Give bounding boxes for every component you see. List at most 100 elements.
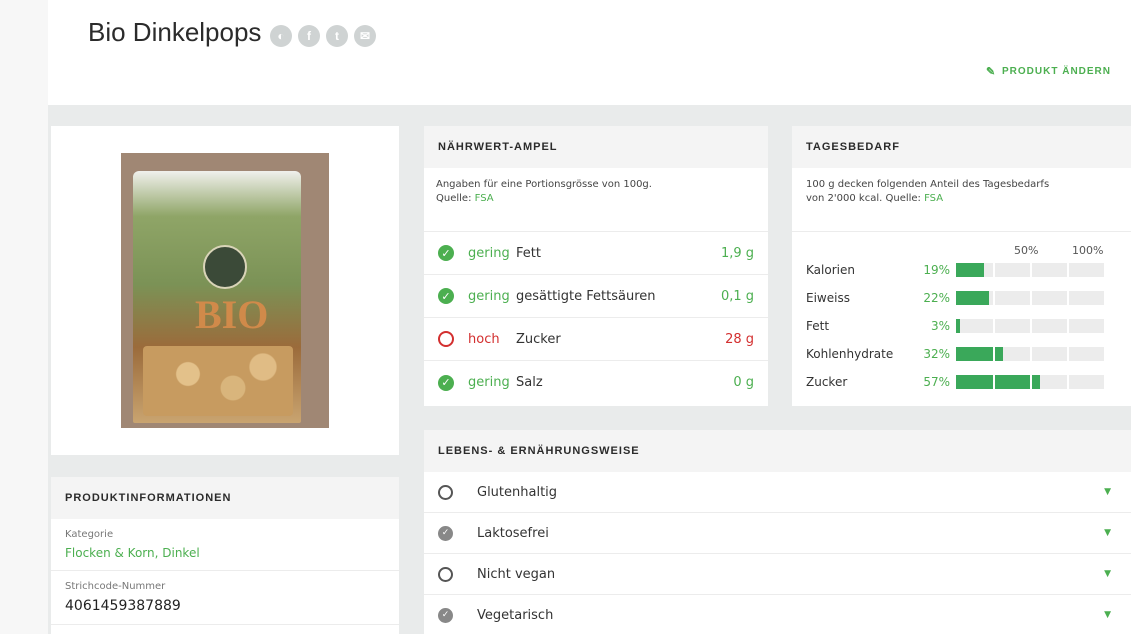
check-icon: ✓ xyxy=(438,607,453,623)
facebook-icon[interactable]: f xyxy=(298,25,320,47)
tagesbedarf-bar-track xyxy=(956,291,1104,305)
tagesbedarf-bar-tick xyxy=(1030,319,1032,333)
check-icon: ✓ xyxy=(438,245,454,261)
ampel-nutrient: Zucker xyxy=(516,331,561,347)
empty-circle-icon xyxy=(438,484,453,500)
ampel-level: gering xyxy=(468,288,510,304)
tagesbedarf-bar-track xyxy=(956,263,1104,277)
barcode-label: Strichcode-Nummer xyxy=(65,581,166,592)
chevron-down-icon[interactable]: ▼ xyxy=(1104,487,1111,497)
tagesbedarf-percent: 22% xyxy=(923,291,950,305)
tagesbedarf-bar-tick xyxy=(993,375,995,389)
naehrwert-info-text: Angaben für eine Portionsgrösse von 100g… xyxy=(436,179,652,190)
barcode-field: Strichcode-Nummer 4061459387889 xyxy=(51,571,399,625)
naehrwert-ampel-card: NÄHRWERT-AMPEL Angaben für eine Portions… xyxy=(424,126,768,406)
tagesbedarf-bar-tick xyxy=(1067,375,1069,389)
tagesbedarf-percent: 32% xyxy=(923,347,950,361)
tagesbedarf-title: TAGESBEDARF xyxy=(792,126,1131,168)
ampel-nutrient: Fett xyxy=(516,245,541,261)
tagesbedarf-bar-track xyxy=(956,375,1104,389)
lebensweise-item[interactable]: ✓ Vegetarisch ▼ xyxy=(424,595,1131,634)
tagesbedarf-bar-tick xyxy=(1067,319,1069,333)
tagesbedarf-bar-tick xyxy=(1067,347,1069,361)
tagesbedarf-bar-tick xyxy=(1030,263,1032,277)
ampel-row: ✓ gering gesättigte Fettsäuren 0,1 g xyxy=(424,275,768,318)
lebensweise-label: Glutenhaltig xyxy=(477,484,558,500)
ampel-amount: 0,1 g xyxy=(720,288,754,304)
naehrwert-title: NÄHRWERT-AMPEL xyxy=(424,126,768,168)
tagesbedarf-bar-tick xyxy=(993,291,995,305)
kategorie-field: Kategorie Flocken & Korn, Dinkel xyxy=(51,519,399,571)
product-bag: BIO xyxy=(133,171,301,423)
chevron-down-icon[interactable]: ▼ xyxy=(1104,528,1111,538)
twitter-icon[interactable]: t xyxy=(326,25,348,47)
tagesbedarf-row: Eiweiss 22% xyxy=(806,288,1126,308)
lebensweise-card: LEBENS- & ERNÄHRUNGSWEISE Glutenhaltig ▼… xyxy=(424,430,1131,634)
tagesbedarf-bar-tick xyxy=(1030,347,1032,361)
produktinfo-card: PRODUKTINFORMATIONEN Kategorie Flocken &… xyxy=(51,477,399,634)
check-icon: ✓ xyxy=(438,374,454,391)
naehrwert-info: Angaben für eine Portionsgrösse von 100g… xyxy=(424,168,768,232)
produktinfo-title: PRODUKTINFORMATIONEN xyxy=(51,477,399,519)
tagesbedarf-bar-fill xyxy=(956,319,960,333)
lebensweise-label: Vegetarisch xyxy=(477,607,554,623)
tagesbedarf-bar-tick xyxy=(1030,375,1032,389)
tagesbedarf-bar-fill xyxy=(956,263,984,277)
pencil-icon: ✎ xyxy=(986,65,997,78)
tagesbedarf-row: Zucker 57% xyxy=(806,372,1126,392)
page-header: Bio Dinkelpops ◐ f t ✉ ✎ PRODUKT ÄNDERN xyxy=(48,0,1131,105)
page-title: Bio Dinkelpops xyxy=(88,17,262,47)
tagesbedarf-nutrient: Zucker xyxy=(806,375,848,389)
bag-pops-photo xyxy=(143,346,293,416)
tagesbedarf-bar-fill xyxy=(956,375,1040,389)
tagesbedarf-nutrient: Fett xyxy=(806,319,830,333)
scale-50-label: 50% xyxy=(1014,244,1039,257)
ampel-row: ✓ gering Fett 1,9 g xyxy=(424,232,768,275)
tagesbedarf-percent: 3% xyxy=(930,319,950,333)
tagesbedarf-percent: 19% xyxy=(923,263,950,277)
tagesbedarf-bar-tick xyxy=(1067,291,1069,305)
naehrwert-source-link[interactable]: FSA xyxy=(475,193,494,204)
kategorie-label: Kategorie xyxy=(65,529,114,540)
chevron-down-icon[interactable]: ▼ xyxy=(1104,569,1111,579)
ampel-row: ✓ gering Salz 0 g xyxy=(424,361,768,404)
tagesbedarf-bar-track xyxy=(956,319,1104,333)
share-icons: ◐ f t ✉ xyxy=(270,25,376,47)
warning-circle-icon xyxy=(438,331,454,347)
lebensweise-item[interactable]: Nicht vegan ▼ xyxy=(424,554,1131,595)
check-icon: ✓ xyxy=(438,525,453,541)
scale-100-label: 100% xyxy=(1072,244,1104,257)
edit-product-label: PRODUKT ÄNDERN xyxy=(1002,66,1111,77)
ampel-nutrient: gesättigte Fettsäuren xyxy=(516,288,656,304)
tagesbedarf-source-link[interactable]: FSA xyxy=(924,193,943,204)
chevron-down-icon[interactable]: ▼ xyxy=(1104,610,1111,620)
ampel-level: gering xyxy=(468,245,510,261)
tagesbedarf-row: Kohlenhydrate 32% xyxy=(806,344,1126,364)
tagesbedarf-percent: 57% xyxy=(923,375,950,389)
product-image[interactable]: BIO xyxy=(121,153,329,428)
tagesbedarf-info: 100 g decken folgenden Anteil des Tagesb… xyxy=(792,168,1131,232)
email-icon[interactable]: ✉ xyxy=(354,25,376,47)
tagesbedarf-row: Fett 3% xyxy=(806,316,1126,336)
lebensweise-label: Laktosefrei xyxy=(477,525,549,541)
lebensweise-label: Nicht vegan xyxy=(477,566,556,582)
tagesbedarf-bar-tick xyxy=(1067,263,1069,277)
tagesbedarf-nutrient: Eiweiss xyxy=(806,291,850,305)
tagesbedarf-bar-tick xyxy=(993,263,995,277)
lebensweise-item[interactable]: Glutenhaltig ▼ xyxy=(424,472,1131,513)
kategorie-link[interactable]: Flocken & Korn, Dinkel xyxy=(65,546,385,560)
ampel-level: gering xyxy=(468,375,510,390)
tagesbedarf-bar-tick xyxy=(993,347,995,361)
tagesbedarf-nutrient: Kalorien xyxy=(806,263,855,277)
share-icon[interactable]: ◐ xyxy=(270,25,292,47)
ampel-nutrient: Salz xyxy=(516,375,543,390)
tagesbedarf-bar-tick xyxy=(1030,291,1032,305)
lebensweise-item[interactable]: ✓ Laktosefrei ▼ xyxy=(424,513,1131,554)
naehrwert-source-label: Quelle: xyxy=(436,193,472,204)
tagesbedarf-card: TAGESBEDARF 100 g decken folgenden Antei… xyxy=(792,126,1131,406)
left-strip xyxy=(0,0,48,634)
edit-product-button[interactable]: ✎ PRODUKT ÄNDERN xyxy=(986,66,1111,77)
tagesbedarf-row: Kalorien 19% xyxy=(806,260,1126,280)
tagesbedarf-nutrient: Kohlenhydrate xyxy=(806,347,894,361)
check-icon: ✓ xyxy=(438,288,454,304)
